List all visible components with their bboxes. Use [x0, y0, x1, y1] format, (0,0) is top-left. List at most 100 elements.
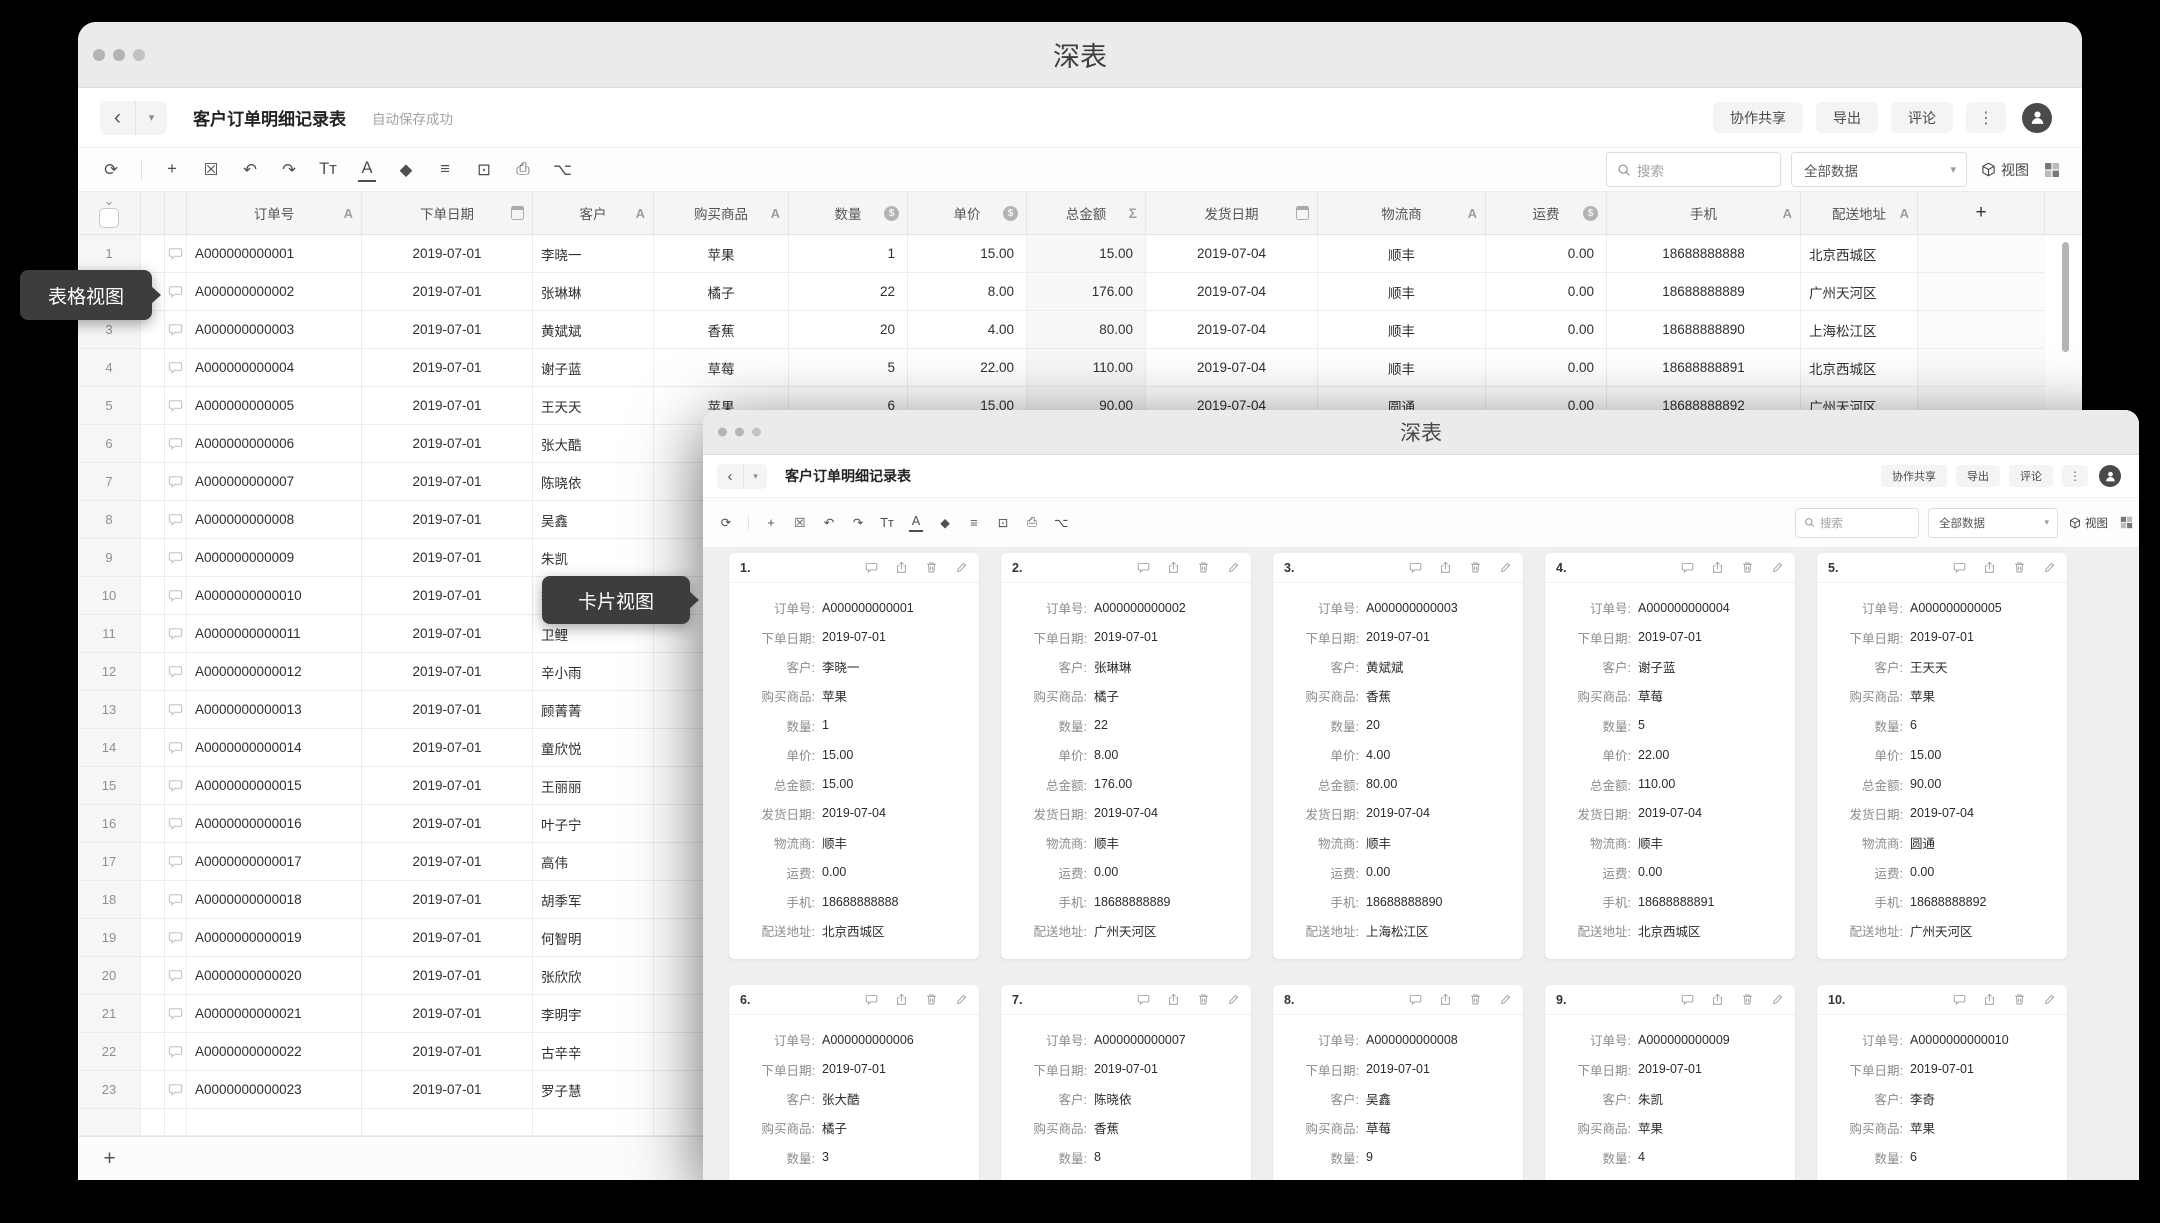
share-icon[interactable]	[1439, 993, 1452, 1006]
cell-address[interactable]: 北京西城区	[1801, 235, 1918, 273]
column-header-order[interactable]: 订单号 A	[187, 192, 362, 234]
row-select-cell[interactable]	[141, 1033, 165, 1071]
cell-order-number[interactable]: A000000000007	[187, 463, 362, 501]
vertical-scrollbar[interactable]	[2062, 242, 2069, 352]
hierarchy-icon[interactable]: ⌥	[553, 158, 572, 182]
comment-button[interactable]: 评论	[1891, 102, 1953, 133]
align-icon[interactable]: ≡	[436, 158, 454, 182]
cell-order-number[interactable]: A000000000006	[187, 425, 362, 463]
view-switcher-button[interactable]: 视图	[1981, 160, 2029, 180]
cell-phone[interactable]: 18688888891	[1607, 349, 1801, 387]
card-field-order[interactable]: 订单号:A000000000008	[1273, 1025, 1523, 1054]
comment-icon[interactable]	[865, 993, 878, 1006]
card-field-shipping-fee[interactable]: 运费:0.00	[1545, 858, 1795, 887]
card-field-total[interactable]: 总金额:80.00	[1273, 769, 1523, 798]
card-field-date[interactable]: 下单日期:2019-07-01	[1817, 622, 2067, 651]
add-row-button[interactable]: +	[78, 1147, 141, 1171]
cell-order-date[interactable]: 2019-07-01	[362, 691, 533, 729]
card-field-date[interactable]: 下单日期:2019-07-01	[1545, 1054, 1795, 1083]
share-button[interactable]: 协作共享	[1713, 102, 1803, 133]
row-comment-cell[interactable]	[165, 919, 187, 957]
cell-order-date[interactable]: 2019-07-01	[362, 539, 533, 577]
record-card[interactable]: 10. 订单号:A0000000000010 下单日期:2019-07-01	[1817, 985, 2067, 1180]
card-field-customer[interactable]: 客户:朱凯	[1545, 1084, 1795, 1113]
search-input[interactable]: 搜索	[1606, 152, 1781, 187]
fill-color-icon[interactable]: ◆	[938, 514, 952, 532]
card-field-customer[interactable]: 客户:吴鑫	[1273, 1084, 1523, 1113]
minimize-window-icon[interactable]	[113, 49, 125, 61]
record-card[interactable]: 6. 订单号:A000000000006 下单日期:2019-07-01	[729, 985, 979, 1180]
card-field-product[interactable]: 购买商品:草莓	[1545, 681, 1795, 710]
card-field-courier[interactable]: 物流商:圆通	[1817, 828, 2067, 857]
row-comment-cell[interactable]	[165, 957, 187, 995]
comment-icon[interactable]	[1681, 993, 1694, 1006]
card-field-customer[interactable]: 客户:张琳琳	[1001, 652, 1251, 681]
view-switcher-button[interactable]: 视图	[2069, 515, 2108, 531]
cell-ship-date[interactable]: 2019-07-04	[1146, 273, 1318, 311]
cell-quantity[interactable]: 1	[789, 235, 908, 273]
avatar[interactable]	[2099, 465, 2121, 487]
traffic-lights[interactable]	[718, 428, 761, 437]
close-window-icon[interactable]	[93, 49, 105, 61]
card-field-total[interactable]: 总金额:15.00	[729, 769, 979, 798]
record-card[interactable]: 7. 订单号:A000000000007 下单日期:2019-07-01	[1001, 985, 1251, 1180]
cell-product[interactable]: 香蕉	[654, 311, 789, 349]
cell-order-date[interactable]: 2019-07-01	[362, 1071, 533, 1109]
card-field-product[interactable]: 购买商品:苹果	[729, 681, 979, 710]
row-comment-cell[interactable]	[165, 653, 187, 691]
share-icon[interactable]	[1983, 561, 1996, 574]
card-field-date[interactable]: 下单日期:2019-07-01	[1545, 622, 1795, 651]
delete-icon[interactable]	[2013, 561, 2026, 574]
record-card[interactable]: 9. 订单号:A000000000009 下单日期:2019-07-01	[1545, 985, 1795, 1180]
card-field-unit-price[interactable]: 单价:8.00	[1001, 740, 1251, 769]
card-field-quantity[interactable]: 数量:5	[1545, 711, 1795, 740]
card-field-product[interactable]: 购买商品:橘子	[729, 1113, 979, 1142]
row-select-cell[interactable]	[141, 691, 165, 729]
row-comment-cell[interactable]	[165, 767, 187, 805]
redo-icon[interactable]: ↷	[280, 158, 298, 182]
undo-icon[interactable]: ↶	[822, 514, 836, 532]
column-header-order-date[interactable]: 下单日期	[362, 192, 533, 234]
more-button[interactable]: ⋮	[2062, 465, 2088, 487]
comment-icon[interactable]	[1953, 561, 1966, 574]
cell-order-number[interactable]: A0000000000010	[187, 577, 362, 615]
layout-grid-button[interactable]	[2044, 162, 2060, 178]
add-column-button[interactable]: +	[1918, 192, 2045, 234]
refresh-icon[interactable]: ⟳	[102, 158, 120, 182]
cell-product[interactable]: 苹果	[654, 235, 789, 273]
delete-record-icon[interactable]: ☒	[793, 514, 807, 532]
card-field-courier[interactable]: 物流商:顺丰	[1545, 828, 1795, 857]
card-field-date[interactable]: 下单日期:2019-07-01	[729, 622, 979, 651]
cell-total[interactable]: 176.00	[1027, 273, 1146, 311]
close-window-icon[interactable]	[718, 428, 727, 437]
zoom-window-icon[interactable]	[133, 49, 145, 61]
cell-order-number[interactable]: A0000000000014	[187, 729, 362, 767]
cell-customer[interactable]: 陈晓依	[533, 463, 654, 501]
comment-icon[interactable]	[865, 561, 878, 574]
comment-icon[interactable]	[1137, 561, 1150, 574]
card-field-order[interactable]: 订单号:A000000000002	[1001, 593, 1251, 622]
row-select-cell[interactable]	[141, 957, 165, 995]
row-select-cell[interactable]	[141, 615, 165, 653]
add-record-icon[interactable]: +	[764, 514, 778, 532]
card-field-courier[interactable]: 物流商:顺丰	[729, 828, 979, 857]
card-field-phone[interactable]: 手机:18688888891	[1545, 887, 1795, 916]
card-field-unit-price[interactable]: 单价:15.00	[1545, 1172, 1795, 1180]
cell-order-number[interactable]: A0000000000015	[187, 767, 362, 805]
comment-icon[interactable]	[1137, 993, 1150, 1006]
cell-customer[interactable]: 王天天	[533, 387, 654, 425]
delete-icon[interactable]	[925, 993, 938, 1006]
cell-address[interactable]: 北京西城区	[1801, 349, 1918, 387]
card-field-shipping-fee[interactable]: 运费:0.00	[729, 858, 979, 887]
cell-order-date[interactable]: 2019-07-01	[362, 463, 533, 501]
edit-icon[interactable]	[2043, 561, 2056, 574]
row-comment-cell[interactable]	[165, 387, 187, 425]
cell-shipping-fee[interactable]: 0.00	[1486, 235, 1607, 273]
delete-icon[interactable]	[1469, 561, 1482, 574]
card-field-date[interactable]: 下单日期:2019-07-01	[1001, 622, 1251, 651]
cell-courier[interactable]: 顺丰	[1318, 235, 1486, 273]
edit-icon[interactable]	[1771, 993, 1784, 1006]
card-field-quantity[interactable]: 数量:8	[1001, 1143, 1251, 1172]
row-select-cell[interactable]	[141, 539, 165, 577]
cell-customer[interactable]: 朱凯	[533, 539, 654, 577]
